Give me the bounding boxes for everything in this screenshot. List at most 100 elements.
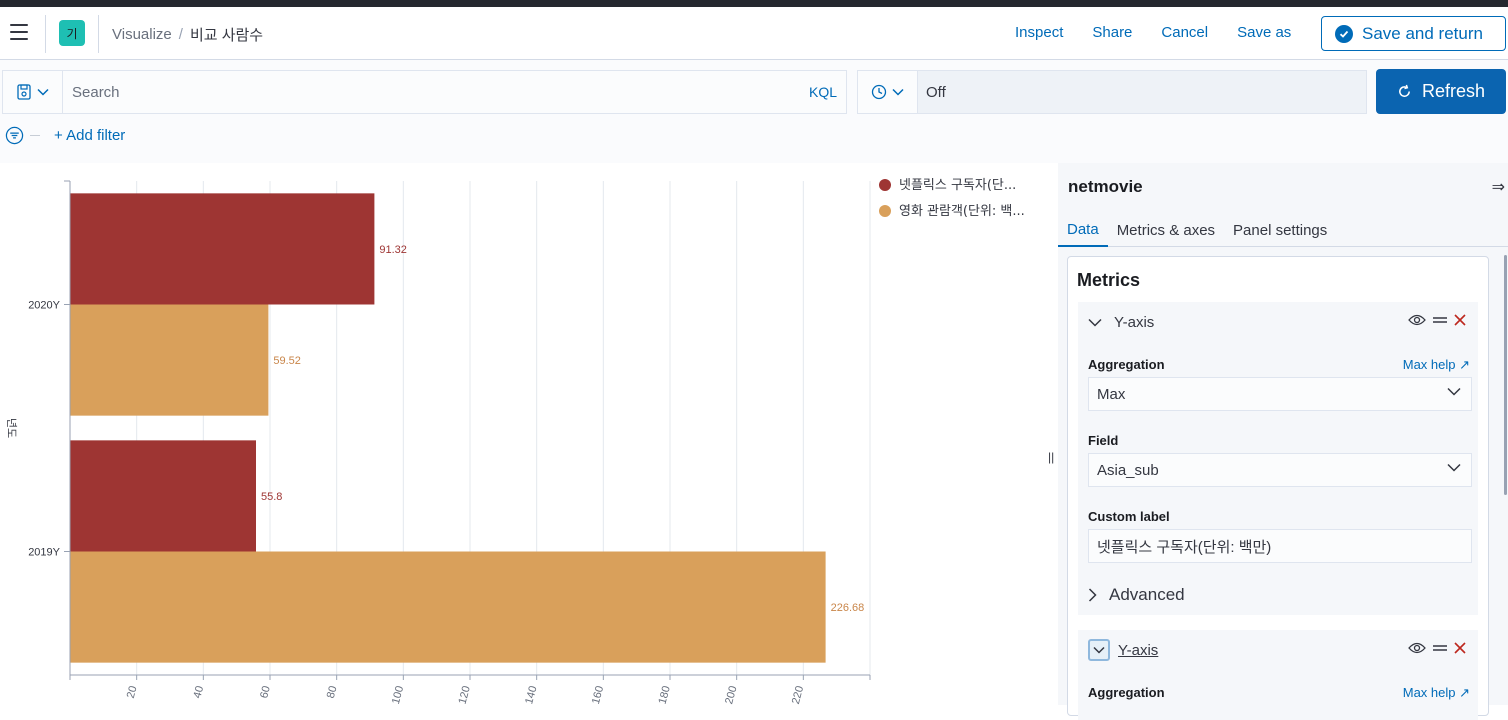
panel-resize-handle[interactable]: || xyxy=(1048,450,1054,464)
save-as-link[interactable]: Save as xyxy=(1237,24,1291,41)
time-range-value[interactable]: Off xyxy=(918,71,946,113)
advanced-label: Advanced xyxy=(1109,585,1185,604)
chevron-down-icon xyxy=(892,88,904,96)
custom-label-input[interactable]: 넷플릭스 구독자(단위: 백만) xyxy=(1088,529,1472,563)
clock-icon xyxy=(871,84,887,100)
eye-icon[interactable] xyxy=(1408,314,1426,326)
metric-header[interactable]: Y-axis xyxy=(1078,302,1478,342)
chevron-down-icon xyxy=(36,88,49,96)
x-tick-label: 20 xyxy=(125,685,140,700)
header-divider xyxy=(98,15,99,53)
filter-row: + Add filter xyxy=(5,126,125,145)
legend-swatch[interactable] xyxy=(879,179,891,191)
max-help-link[interactable]: Max help ↗ xyxy=(1403,685,1470,701)
metric-y-axis-2: Y-axis Aggregation Max help ↗ xyxy=(1078,630,1478,720)
time-picker: Off xyxy=(857,70,1367,114)
check-icon xyxy=(1335,24,1353,43)
bar-chart: 91.32 59.52 2020Y 55.8 226.68 2019Y 20 40 60 80 10… xyxy=(5,178,1025,706)
legend-label[interactable]: 영화 관람객(단위: 백... xyxy=(899,204,1025,219)
metric-label: Y-axis xyxy=(1114,313,1155,331)
collapse-sidebar-icon[interactable]: ⇒ xyxy=(1492,177,1505,197)
chart-area: 91.32 59.52 2020Y 55.8 226.68 2019Y 20 40 60 80 10… xyxy=(0,163,1046,706)
max-help-link[interactable]: Max help ↗ xyxy=(1403,357,1470,373)
filter-divider xyxy=(30,135,40,136)
time-quick-menu-button[interactable] xyxy=(858,71,918,113)
save-icon xyxy=(16,84,31,100)
editor-sidebar: netmovie ⇒ Data Metrics & axes Panel set… xyxy=(1058,163,1508,720)
data-label: 226.68 xyxy=(831,602,865,614)
metric-header[interactable]: Y-axis xyxy=(1078,630,1478,670)
remove-icon[interactable] xyxy=(1454,314,1466,326)
data-label: 91.32 xyxy=(379,244,407,256)
filter-icon[interactable] xyxy=(5,126,24,145)
add-filter-button[interactable]: + Add filter xyxy=(54,127,125,144)
refresh-button[interactable]: Refresh xyxy=(1376,69,1506,114)
save-and-return-button[interactable]: Save and return xyxy=(1321,16,1506,51)
panel-title: netmovie xyxy=(1068,177,1143,196)
drag-handle-icon[interactable] xyxy=(1433,316,1447,324)
breadcrumb-current: 비교 사람수 xyxy=(189,27,264,44)
chevron-down-icon xyxy=(1447,463,1461,472)
saved-query-button[interactable] xyxy=(3,71,63,113)
inspect-link[interactable]: Inspect xyxy=(1015,24,1063,41)
chevron-down-icon[interactable] xyxy=(1088,639,1110,661)
aggregation-label: Aggregation xyxy=(1088,357,1165,372)
refresh-icon xyxy=(1399,84,1410,97)
save-and-return-label: Save and return xyxy=(1362,23,1483,43)
data-label: 59.52 xyxy=(273,355,301,367)
kql-toggle[interactable]: KQL xyxy=(809,71,846,113)
header-actions: Inspect Share Cancel Save as xyxy=(1015,24,1320,41)
metrics-section: Metrics Y-axis Aggregation Max help ↗ Ma… xyxy=(1067,256,1489,720)
tab-panel-settings[interactable]: Panel settings xyxy=(1224,213,1336,247)
bar xyxy=(70,551,826,663)
data-label: 55.8 xyxy=(261,491,282,503)
x-tick-label: 120 xyxy=(457,685,473,705)
remove-icon[interactable] xyxy=(1454,642,1466,654)
legend-label[interactable]: 넷플릭스 구독자(단... xyxy=(899,178,1016,193)
bar xyxy=(70,193,375,305)
category-label: 2019Y xyxy=(28,547,60,559)
legend-swatch[interactable] xyxy=(879,205,891,217)
breadcrumb: Visualize / 비교 사람수 xyxy=(112,24,263,45)
drag-handle-icon[interactable] xyxy=(1433,644,1447,652)
x-tick-label: 220 xyxy=(790,685,806,705)
chevron-down-icon xyxy=(1447,387,1461,396)
x-tick-label: 140 xyxy=(523,685,539,705)
field-value: Asia_sub xyxy=(1097,461,1159,479)
header-divider xyxy=(45,15,46,53)
space-avatar[interactable]: 기 xyxy=(59,20,85,46)
field-select[interactable]: Asia_sub xyxy=(1088,453,1472,487)
x-tick-label: 40 xyxy=(191,685,206,700)
sidebar-tabs: Data Metrics & axes Panel settings xyxy=(1058,213,1508,247)
breadcrumb-separator: / xyxy=(178,26,183,43)
x-tick-label: 80 xyxy=(325,685,340,700)
metric-label[interactable]: Y-axis xyxy=(1118,642,1158,659)
x-tick-label: 100 xyxy=(390,685,406,705)
advanced-toggle[interactable]: Advanced xyxy=(1088,585,1185,605)
custom-label-label: Custom label xyxy=(1088,509,1170,524)
y-axis-title: 년도 xyxy=(5,418,18,438)
aggregation-select[interactable]: Max xyxy=(1088,377,1472,411)
chevron-down-icon[interactable] xyxy=(1088,318,1102,327)
aggregation-label: Aggregation xyxy=(1088,685,1165,700)
x-tick-label: 200 xyxy=(723,685,739,705)
query-bar: Search KQL Off Refresh + Add filter xyxy=(0,60,1508,163)
metric-y-axis-1: Y-axis Aggregation Max help ↗ Max Field … xyxy=(1078,302,1478,615)
category-label: 2020Y xyxy=(28,300,60,312)
cancel-link[interactable]: Cancel xyxy=(1161,24,1208,41)
x-tick-label: 160 xyxy=(590,685,606,705)
share-link[interactable]: Share xyxy=(1092,24,1132,41)
field-label: Field xyxy=(1088,433,1119,448)
eye-icon[interactable] xyxy=(1408,642,1426,654)
sidebar-scrollbar[interactable] xyxy=(1504,255,1507,495)
bar xyxy=(70,304,269,416)
tab-metrics-axes[interactable]: Metrics & axes xyxy=(1108,213,1224,247)
tab-data[interactable]: Data xyxy=(1058,213,1108,247)
menu-icon[interactable] xyxy=(10,24,28,40)
x-tick-label: 180 xyxy=(657,685,673,705)
search-box: Search KQL xyxy=(2,70,847,114)
breadcrumb-visualize[interactable]: Visualize xyxy=(112,26,172,43)
chevron-right-icon xyxy=(1088,588,1097,602)
app-header: 기 Visualize / 비교 사람수 Inspect Share Cance… xyxy=(0,7,1508,60)
search-input[interactable]: Search xyxy=(63,71,809,113)
